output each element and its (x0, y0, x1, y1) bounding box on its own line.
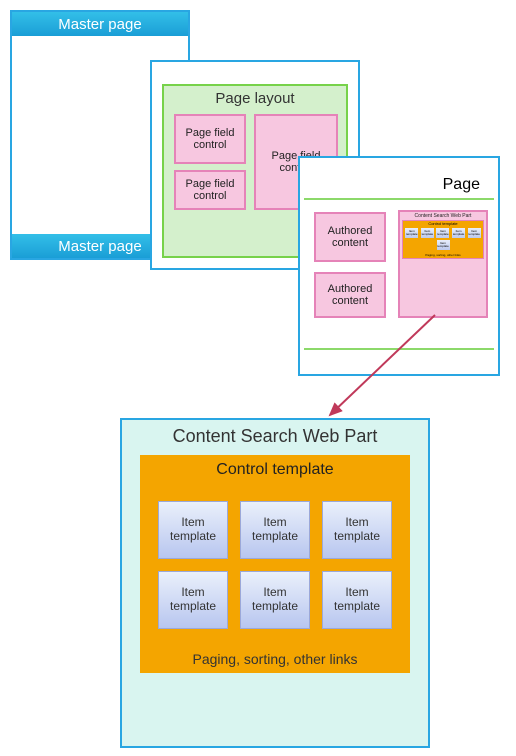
master-page-header: Master page (12, 12, 188, 36)
mini-item: Item template (452, 228, 465, 238)
page-field-control-2: Page field control (174, 170, 246, 210)
mini-item: Item template (405, 228, 418, 238)
control-template: Control template Item template Item temp… (140, 455, 410, 673)
cswp-footer: Paging, sorting, other links (140, 641, 410, 667)
mini-item: Item template (436, 228, 449, 238)
mini-cswp-title: Content Search Web Part (400, 212, 486, 220)
mini-item: Item template (421, 228, 434, 238)
mini-footer: Paging, sorting, other links (403, 252, 483, 258)
page-field-control-1: Page field control (174, 114, 246, 164)
cswp-title: Content Search Web Part (122, 420, 428, 451)
page-layout-title: Page layout (164, 86, 346, 111)
item-template: Item template (240, 571, 310, 629)
green-stripe-top (304, 198, 494, 200)
cswp-panel: Content Search Web Part Control template… (120, 418, 430, 748)
mini-cswp: Content Search Web Part Control template… (398, 210, 488, 318)
control-template-title: Control template (140, 455, 410, 481)
page-title: Page (443, 176, 480, 194)
mini-item: Item template (468, 228, 481, 238)
item-template: Item template (240, 501, 310, 559)
mini-item: Item template (437, 240, 450, 250)
item-template: Item template (322, 501, 392, 559)
item-template: Item template (158, 501, 228, 559)
zoom-arrow-icon (320, 310, 450, 430)
item-template-grid: Item template Item template Item templat… (140, 481, 410, 641)
authored-content-1: Authored content (314, 212, 386, 262)
item-template: Item template (158, 571, 228, 629)
mini-item-grid: Item template Item template Item templat… (403, 226, 483, 252)
item-template: Item template (322, 571, 392, 629)
mini-control-template: Control template Item template Item temp… (402, 220, 484, 259)
